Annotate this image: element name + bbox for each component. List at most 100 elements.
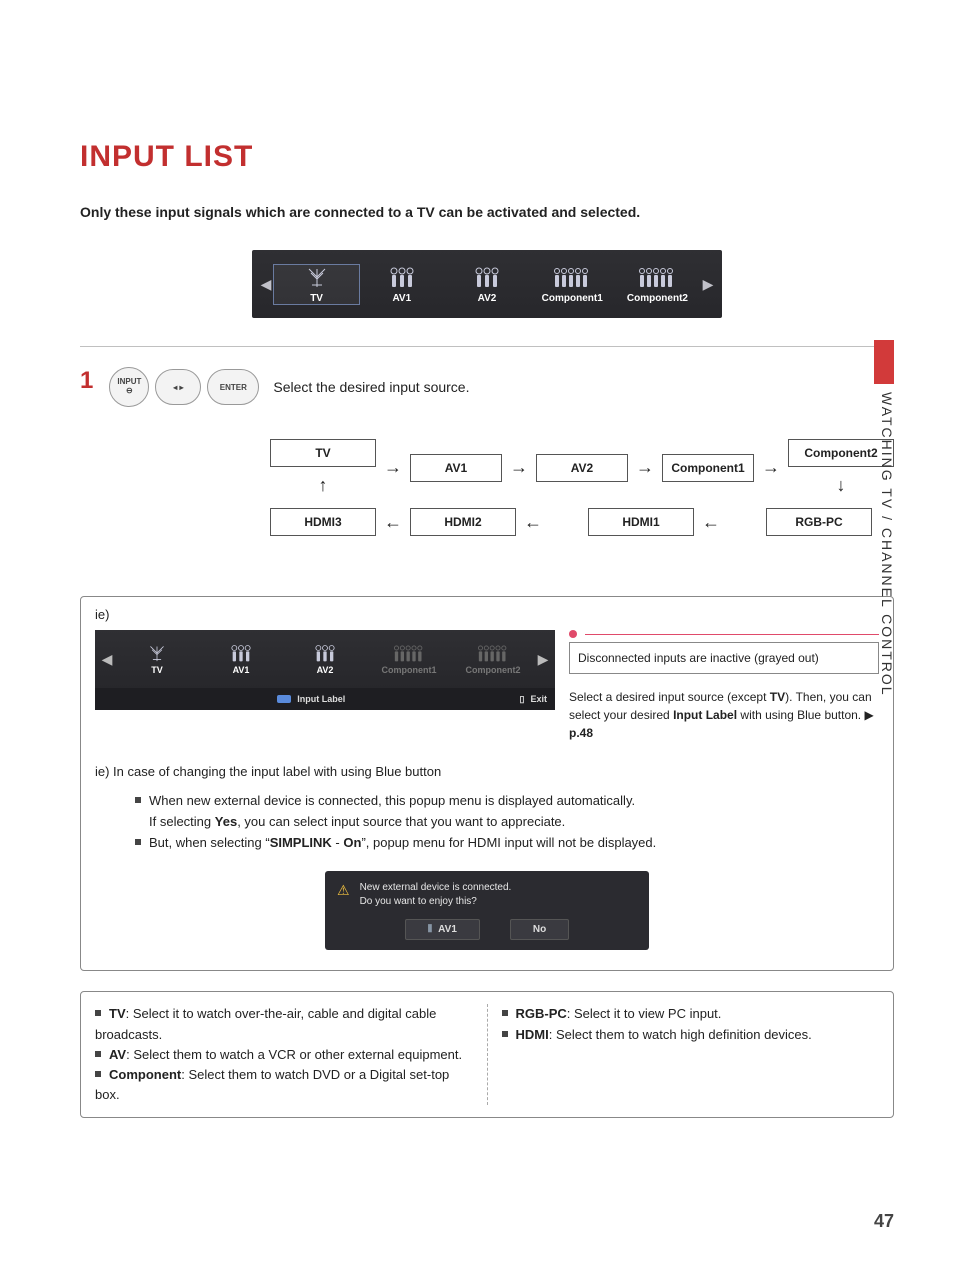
input-flow: TV ↑ → AV1 → AV2 → Component1 → Componen… [270,439,894,536]
blue-key-icon [277,695,291,703]
def-hdmi: HDMI: Select them to watch high definiti… [502,1025,880,1045]
example-box: ie) ◀ TV AV1 AV2 [80,596,894,971]
remote-enter-label: ENTER [220,383,247,392]
input-label: AV2 [478,293,497,304]
ie-bullet-2: But, when selecting “SIMPLINK - On”, pop… [135,833,879,854]
callout-text: Disconnected inputs are inactive (grayed… [569,642,879,674]
component5-icon [639,265,675,289]
ie-subcaption: ie) In case of changing the input label … [95,764,879,779]
popup-line2: Do you want to enjoy this? [360,895,512,909]
bullet-icon [502,1010,508,1016]
input-label-button[interactable]: Input Label [277,694,345,704]
bullet-icon [95,1010,101,1016]
rca3-icon [389,265,415,289]
step-number: 1 [80,367,93,395]
flow-chip-tv: TV [270,439,376,467]
arrow-down-icon: ↓ [837,475,846,496]
step1-text: Select the desired input source. [273,379,469,395]
input-label: Component2 [627,293,688,304]
intro-text: Only these input signals which are conne… [80,204,894,220]
ie-input-av1[interactable]: AV1 [199,643,283,675]
input-component1[interactable]: Component1 [530,265,615,304]
bullet-icon [135,797,141,803]
input-component2[interactable]: Component2 [615,265,700,304]
rca3-icon [314,643,336,665]
input-bar-example: ◀ TV AV1 AV2 Component1 [95,630,555,688]
arrow-left-icon: ← [702,512,720,533]
component5-icon [478,643,508,665]
nav-icon: ◂ ▸ [173,383,183,392]
divider [80,346,894,347]
ie-caption: ie) [95,607,879,622]
input-label: AV1 [392,293,411,304]
remote-input-button[interactable]: INPUT ⊖ [109,367,149,407]
component5-icon [554,265,590,289]
callout-dot-icon [569,630,577,638]
input-label: AV2 [317,665,334,675]
ie-input-component2-disabled: Component2 [451,643,535,675]
def-av: AV: Select them to watch a VCR or other … [95,1045,473,1065]
input-bar-top: ◀ TV AV1 AV2 Component1 [252,250,722,318]
rca3-icon [230,643,252,665]
exit-text: Exit [530,694,547,704]
def-rgbpc: RGB-PC: Select it to view PC input. [502,1004,880,1024]
arrow-right-icon: → [636,457,654,478]
bullet-icon [135,839,141,845]
exit-button[interactable]: ▯ Exit [520,694,547,705]
remote-enter-button[interactable]: ENTER [207,369,259,405]
new-device-popup: ⚠ New external device is connected. Do y… [325,871,649,950]
arrow-up-icon: ↑ [319,475,328,496]
popup-no-label: No [533,924,546,935]
ie-input-av2[interactable]: AV2 [283,643,367,675]
input-label: Component1 [382,665,437,675]
arrow-left-icon: ← [384,512,402,533]
ie-bullet-1: When new external device is connected, t… [135,791,879,833]
flow-chip-component1: Component1 [662,454,754,482]
input-label: Component1 [542,293,603,304]
flow-chip-av1: AV1 [410,454,502,482]
input-av1[interactable]: AV1 [359,265,444,304]
flow-chip-hdmi3: HDMI3 [270,508,376,536]
input-label: TV [151,665,163,675]
ie-right-text: Select a desired input source (except TV… [569,688,879,742]
bullet-icon [95,1071,101,1077]
ie-input-tv[interactable]: TV [115,643,199,675]
antenna-icon [148,643,166,665]
popup-yes-button[interactable]: ⦀ AV1 [405,919,480,940]
ie-input-component1-disabled: Component1 [367,643,451,675]
bullet-icon [95,1051,101,1057]
callout-line [585,634,879,635]
remote-nav-button[interactable]: ◂ ▸ [155,369,201,405]
exit-icon: ▯ [520,694,525,705]
def-tv: TV: Select it to watch over-the-air, cab… [95,1004,473,1044]
input-label: AV1 [233,665,250,675]
input-tv[interactable]: TV [274,265,359,304]
arrow-right-icon: → [384,457,402,478]
scroll-right-icon[interactable]: ▶ [700,276,716,293]
page-title: INPUT LIST [80,140,894,174]
arrow-left-icon: ← [524,512,542,533]
scroll-left-icon[interactable]: ◀ [99,651,115,668]
bullet-icon [502,1031,508,1037]
popup-yes-label: AV1 [438,924,457,935]
arrow-right-icon: → [762,457,780,478]
flow-chip-hdmi1: HDMI1 [588,508,694,536]
warning-icon: ⚠ [337,881,350,901]
scroll-right-icon[interactable]: ▶ [535,651,551,668]
input-label-text: Input Label [297,694,345,704]
popup-no-button[interactable]: No [510,919,569,940]
input-bar-actions: Input Label ▯ Exit [95,688,555,710]
component5-icon [394,643,424,665]
scroll-left-icon[interactable]: ◀ [258,276,274,293]
side-tab [874,340,894,384]
arrow-right-icon: → [510,457,528,478]
input-definitions: TV: Select it to watch over-the-air, cab… [80,991,894,1118]
input-av2[interactable]: AV2 [444,265,529,304]
flow-chip-hdmi2: HDMI2 [410,508,516,536]
input-jack-icon: ⊖ [126,387,133,396]
rca3-icon [474,265,500,289]
popup-line1: New external device is connected. [360,881,512,895]
flow-chip-rgbpc: RGB-PC [766,508,872,536]
rca-mini-icon: ⦀ [428,924,432,935]
input-label: TV [310,293,323,304]
